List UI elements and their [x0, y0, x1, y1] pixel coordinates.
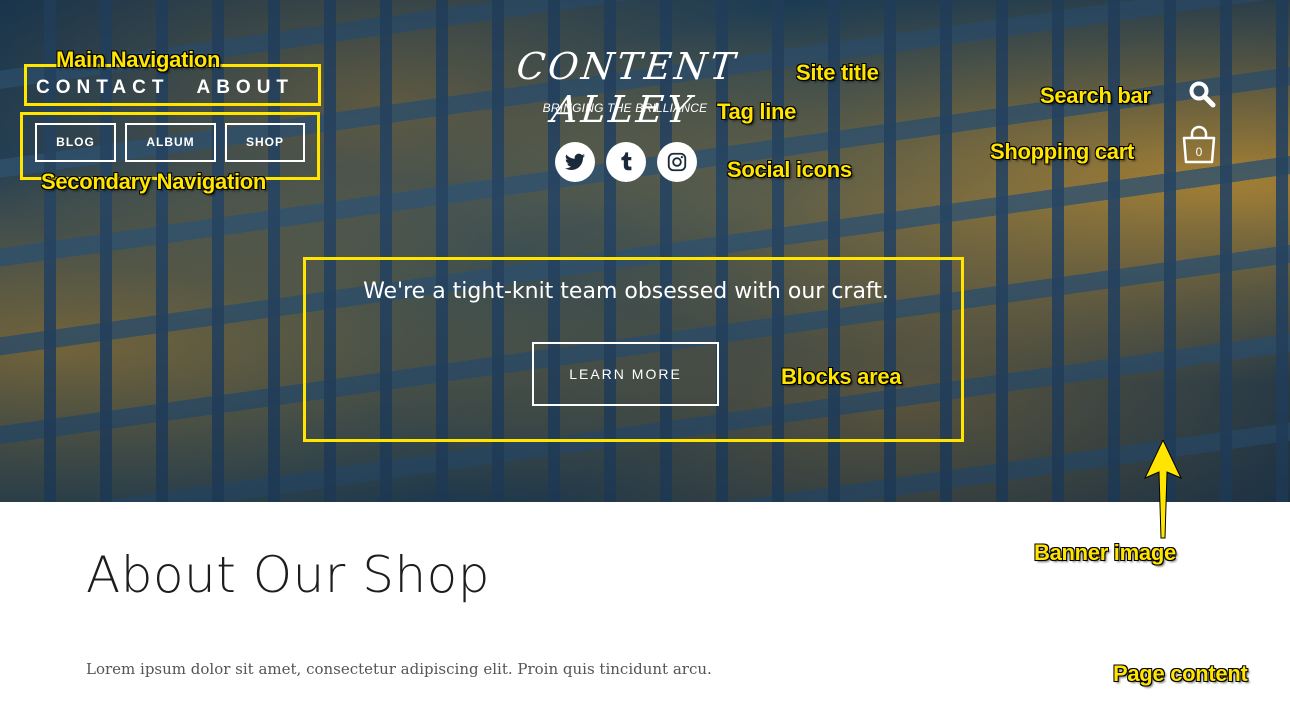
main-nav-item-about[interactable]: ABOUT	[196, 78, 294, 97]
block-text: We're a tight-knit team obsessed with ou…	[363, 279, 889, 304]
secondary-navigation-annotation: Secondary Navigation	[41, 169, 267, 194]
sec-nav-item-blog[interactable]: BLOG	[35, 123, 116, 162]
sec-nav-item-album[interactable]: ALBUM	[125, 123, 216, 162]
learn-more-button[interactable]: LEARN MORE	[532, 342, 719, 406]
main-navigation-annotation: Main Navigation	[56, 47, 221, 72]
search-icon[interactable]	[1188, 80, 1216, 113]
page-title: About Our Shop	[86, 546, 490, 604]
shopping-cart[interactable]: 0	[1181, 125, 1217, 165]
search-bar-annotation: Search bar	[1040, 83, 1151, 108]
sec-nav-item-shop[interactable]: SHOP	[225, 123, 305, 162]
cart-count: 0	[1195, 145, 1203, 159]
social-icons	[555, 142, 697, 182]
main-nav-item-contact[interactable]: CONTACT	[36, 78, 169, 97]
tumblr-icon[interactable]	[606, 142, 646, 182]
secondary-navigation: BLOG ALBUM SHOP	[35, 123, 305, 162]
tag-line-annotation: Tag line	[717, 99, 797, 124]
shopping-cart-annotation: Shopping cart	[990, 139, 1134, 164]
instagram-icon[interactable]	[657, 142, 697, 182]
arrow-icon	[1143, 440, 1183, 539]
blocks-area-annotation: Blocks area	[781, 364, 902, 389]
site-title-annotation: Site title	[796, 60, 879, 85]
page-content-annotation: Page content	[1113, 661, 1248, 686]
tagline: BRINGING THE BRILLIANCE	[542, 101, 708, 115]
page-body: Lorem ipsum dolor sit amet, consectetur …	[86, 660, 712, 678]
main-navigation: CONTACT ABOUT	[36, 78, 294, 97]
social-icons-annotation: Social icons	[727, 157, 852, 182]
banner-image-annotation: Banner image	[1034, 540, 1176, 565]
twitter-icon[interactable]	[555, 142, 595, 182]
